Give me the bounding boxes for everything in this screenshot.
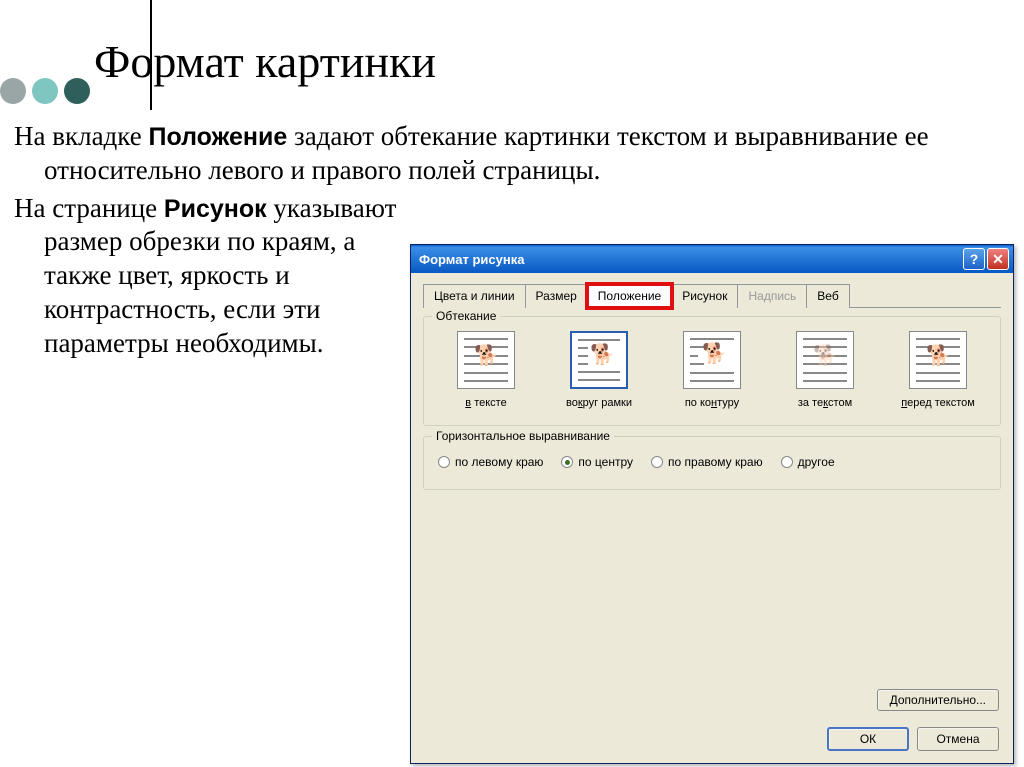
tab-position[interactable]: Положение <box>587 284 672 308</box>
cancel-button[interactable]: Отмена <box>917 727 999 751</box>
align-left-label: по левому краю <box>455 455 543 469</box>
align-center-label: по центру <box>578 455 633 469</box>
wrap-behind-label: за текстом <box>798 397 852 409</box>
wrap-fieldset: Обтекание 🐕 в тексте 🐕 вокруг рамки <box>423 316 1001 426</box>
align-legend: Горизонтальное выравнивание <box>432 429 614 443</box>
slide-title: Формат картинки <box>94 35 436 88</box>
wrap-legend: Обтекание <box>432 309 500 323</box>
wrap-inline-label: в тексте <box>465 397 506 409</box>
ok-button[interactable]: ОК <box>827 727 909 751</box>
tab-size[interactable]: Размер <box>525 284 588 308</box>
format-picture-dialog: Формат рисунка ? ✕ Цвета и линии Размер … <box>410 244 1014 764</box>
radio-icon <box>781 456 793 468</box>
wrap-square-label: вокруг рамки <box>566 397 632 409</box>
advanced-button[interactable]: Дополнительно... <box>877 689 999 711</box>
dialog-titlebar[interactable]: Формат рисунка ? ✕ <box>411 245 1013 273</box>
align-left[interactable]: по левому краю <box>438 455 543 469</box>
wrap-square[interactable]: 🐕 вокруг рамки <box>549 331 649 409</box>
tab-colors-lines[interactable]: Цвета и линии <box>423 284 526 308</box>
para2-a: На странице <box>14 193 164 223</box>
help-button[interactable]: ? <box>963 248 985 270</box>
para1-a: На вкладке <box>14 121 148 151</box>
wrap-behind-icon: 🐕 <box>796 331 854 389</box>
wrap-tight-icon: 🐕 <box>683 331 741 389</box>
wrap-front-label: перед текстом <box>901 397 975 409</box>
radio-icon <box>561 456 573 468</box>
wrap-inline-icon: 🐕 <box>457 331 515 389</box>
dialog-tabs: Цвета и линии Размер Положение Рисунок Н… <box>423 283 1001 308</box>
align-other[interactable]: другое <box>781 455 835 469</box>
tab-picture[interactable]: Рисунок <box>671 284 738 308</box>
align-fieldset: Горизонтальное выравнивание по левому кр… <box>423 436 1001 490</box>
wrap-inline[interactable]: 🐕 в тексте <box>436 331 536 409</box>
wrap-tight[interactable]: 🐕 по контуру <box>662 331 762 409</box>
close-button[interactable]: ✕ <box>987 248 1009 270</box>
decorative-dots <box>0 78 90 104</box>
wrap-front-icon: 🐕 <box>909 331 967 389</box>
tab-textbox: Надпись <box>737 284 807 308</box>
align-center[interactable]: по центру <box>561 455 633 469</box>
align-other-label: другое <box>798 455 835 469</box>
align-right[interactable]: по правому краю <box>651 455 763 469</box>
align-right-label: по правому краю <box>668 455 763 469</box>
wrap-square-icon: 🐕 <box>570 331 628 389</box>
radio-icon <box>651 456 663 468</box>
tab-web[interactable]: Веб <box>806 284 849 308</box>
radio-icon <box>438 456 450 468</box>
wrap-tight-label: по контуру <box>685 397 739 409</box>
wrap-front[interactable]: 🐕 перед текстом <box>888 331 988 409</box>
dialog-title: Формат рисунка <box>419 252 961 267</box>
para2-bold: Рисунок <box>164 195 267 223</box>
wrap-behind[interactable]: 🐕 за текстом <box>775 331 875 409</box>
para1-bold: Положение <box>148 123 287 151</box>
